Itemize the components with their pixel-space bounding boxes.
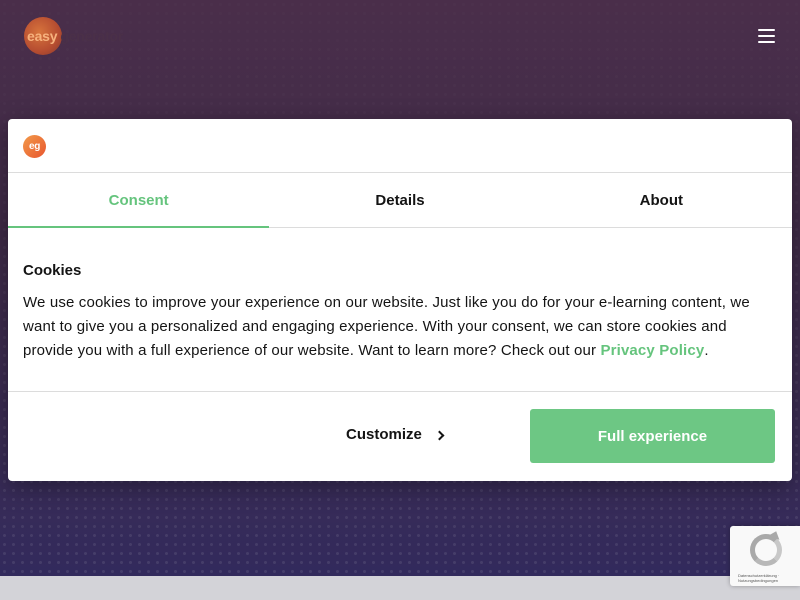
tab-about[interactable]: About	[531, 173, 792, 227]
chevron-right-icon	[434, 430, 445, 441]
cookies-description-end: .	[704, 342, 709, 359]
eg-logo-icon: eg	[23, 135, 46, 158]
easygenerator-logo[interactable]: easy generator	[24, 17, 144, 55]
tab-consent[interactable]: Consent	[8, 173, 270, 228]
dialog-body: Cookies We use cookies to improve your e…	[8, 228, 792, 392]
dialog-header: eg	[8, 119, 792, 173]
customize-label: Customize	[346, 426, 422, 443]
dialog-footer: Customize Full experience	[8, 392, 792, 480]
page-bottom-strip	[0, 576, 800, 600]
recaptcha-badge[interactable]: Datenschutzerklärung · Nutzungsbedingung…	[730, 526, 800, 586]
full-experience-button[interactable]: Full experience	[530, 409, 775, 463]
logo-text-easy: easy	[27, 28, 58, 44]
cookie-consent-dialog: eg Consent Details About Cookies We use …	[8, 119, 792, 481]
dialog-tabs: Consent Details About	[8, 173, 792, 228]
privacy-policy-link[interactable]: Privacy Policy	[600, 342, 704, 359]
hamburger-icon[interactable]	[758, 29, 775, 43]
recaptcha-fine-print[interactable]: Datenschutzerklärung · Nutzungsbedingung…	[738, 573, 794, 583]
logo-text-generator: generator	[60, 28, 124, 44]
cookies-heading: Cookies	[23, 262, 82, 279]
tab-details[interactable]: Details	[269, 173, 530, 227]
cookies-description: We use cookies to improve your experienc…	[23, 291, 777, 363]
recaptcha-icon	[750, 534, 782, 566]
customize-button[interactable]: Customize	[346, 426, 445, 443]
